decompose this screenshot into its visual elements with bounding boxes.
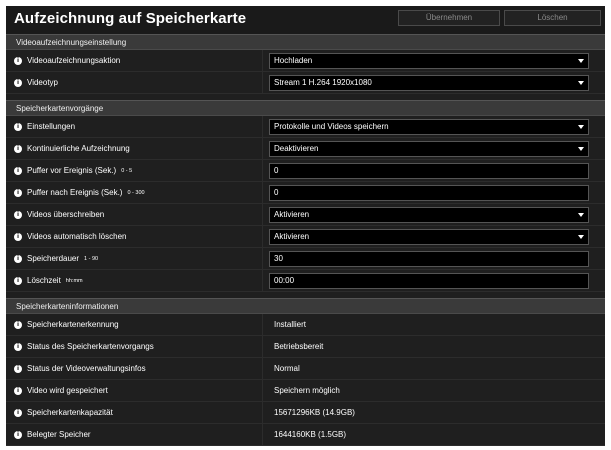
info-icon[interactable]: i	[14, 211, 22, 219]
page-title: Aufzeichnung auf Speicherkarte	[14, 10, 247, 27]
info-icon[interactable]: i	[14, 79, 22, 87]
info-icon[interactable]: i	[14, 145, 22, 153]
row-post-event-buffer: i Puffer nach Ereignis (Sek.) 0 - 300 0	[6, 182, 605, 204]
row-continuous-recording: i Kontinuierliche Aufzeichnung Deaktivie…	[6, 138, 605, 160]
info-icon[interactable]: i	[14, 233, 22, 241]
row-card-detection: i Speicherkartenerkennung Installiert	[6, 314, 605, 336]
chevron-down-icon	[578, 125, 584, 129]
field-label: Videotyp	[27, 78, 58, 87]
pre-event-buffer-input[interactable]: 0	[269, 163, 589, 179]
card-operation-status-value: Betriebsbereit	[274, 342, 324, 351]
chevron-down-icon	[578, 235, 584, 239]
post-event-buffer-input[interactable]: 0	[269, 185, 589, 201]
select-value: Hochladen	[274, 56, 313, 65]
field-label: Status des Speicherkartenvorgangs	[27, 342, 154, 351]
row-delete-time: i Löschzeit hh:mm 00:00	[6, 270, 605, 292]
section-header-video-settings: Videoaufzeichnungseinstellung	[6, 34, 605, 50]
info-icon[interactable]: i	[14, 409, 22, 417]
row-video-saving: i Video wird gespeichert Speichern mögli…	[6, 380, 605, 402]
row-recording-action: i Videoaufzeichnungsaktion Hochladen	[6, 50, 605, 72]
delete-time-input[interactable]: 00:00	[269, 273, 589, 289]
info-icon[interactable]: i	[14, 321, 22, 329]
info-icon[interactable]: i	[14, 277, 22, 285]
page-header: Aufzeichnung auf Speicherkarte Übernehme…	[6, 6, 605, 34]
section-header-card-operations: Speicherkartenvorgänge	[6, 100, 605, 116]
chevron-down-icon	[578, 147, 584, 151]
recording-settings-panel: Aufzeichnung auf Speicherkarte Übernehme…	[6, 6, 605, 446]
row-storage-duration: i Speicherdauer 1 - 90 30	[6, 248, 605, 270]
range-hint: hh:mm	[65, 278, 83, 284]
row-card-capacity: i Speicherkartenkapazität 15671296KB (14…	[6, 402, 605, 424]
row-used-storage: i Belegter Speicher 1644160KB (1.5GB)	[6, 424, 605, 446]
range-hint: 0 - 5	[121, 168, 133, 174]
field-label: Kontinuierliche Aufzeichnung	[27, 144, 130, 153]
settings-select[interactable]: Protokolle und Videos speichern	[269, 119, 589, 135]
field-label: Puffer vor Ereignis (Sek.)	[27, 166, 117, 175]
field-label: Belegter Speicher	[27, 430, 91, 439]
storage-duration-input[interactable]: 30	[269, 251, 589, 267]
row-settings: i Einstellungen Protokolle und Videos sp…	[6, 116, 605, 138]
field-label: Videos überschreiben	[27, 210, 105, 219]
range-hint: 1 - 90	[84, 256, 99, 262]
video-saving-value: Speichern möglich	[274, 386, 340, 395]
field-label: Videos automatisch löschen	[27, 232, 127, 241]
info-icon[interactable]: i	[14, 365, 22, 373]
info-icon[interactable]: i	[14, 387, 22, 395]
select-value: Protokolle und Videos speichern	[274, 122, 389, 131]
field-label: Status der Videoverwaltungsinfos	[27, 364, 146, 373]
row-card-operation-status: i Status des Speicherkartenvorgangs Betr…	[6, 336, 605, 358]
select-value: Stream 1 H.264 1920x1080	[274, 78, 372, 87]
video-type-select[interactable]: Stream 1 H.264 1920x1080	[269, 75, 589, 91]
chevron-down-icon	[578, 59, 584, 63]
field-label: Puffer nach Ereignis (Sek.)	[27, 188, 123, 197]
select-value: Aktivieren	[274, 210, 310, 219]
row-overwrite-videos: i Videos überschreiben Aktivieren	[6, 204, 605, 226]
range-hint: 0 - 300	[127, 190, 145, 196]
info-icon[interactable]: i	[14, 431, 22, 439]
info-icon[interactable]: i	[14, 189, 22, 197]
continuous-recording-select[interactable]: Deaktivieren	[269, 141, 589, 157]
row-auto-delete-videos: i Videos automatisch löschen Aktivieren	[6, 226, 605, 248]
row-video-management-status: i Status der Videoverwaltungsinfos Norma…	[6, 358, 605, 380]
select-value: Deaktivieren	[274, 144, 319, 153]
overwrite-videos-select[interactable]: Aktivieren	[269, 207, 589, 223]
info-icon[interactable]: i	[14, 255, 22, 263]
delete-button[interactable]: Löschen	[504, 10, 601, 26]
info-icon[interactable]: i	[14, 343, 22, 351]
chevron-down-icon	[578, 213, 584, 217]
field-label: Einstellungen	[27, 122, 76, 131]
field-label: Löschzeit	[27, 276, 61, 285]
field-label: Speicherkartenerkennung	[27, 320, 119, 329]
auto-delete-select[interactable]: Aktivieren	[269, 229, 589, 245]
recording-action-select[interactable]: Hochladen	[269, 53, 589, 69]
info-icon[interactable]: i	[14, 123, 22, 131]
used-storage-value: 1644160KB (1.5GB)	[274, 430, 347, 439]
row-pre-event-buffer: i Puffer vor Ereignis (Sek.) 0 - 5 0	[6, 160, 605, 182]
field-label: Videoaufzeichnungsaktion	[27, 56, 121, 65]
select-value: Aktivieren	[274, 232, 310, 241]
info-icon[interactable]: i	[14, 57, 22, 65]
info-icon[interactable]: i	[14, 167, 22, 175]
chevron-down-icon	[578, 81, 584, 85]
row-video-type: i Videotyp Stream 1 H.264 1920x1080	[6, 72, 605, 94]
section-header-card-info: Speicherkarteninformationen	[6, 298, 605, 314]
card-capacity-value: 15671296KB (14.9GB)	[274, 408, 355, 417]
field-label: Speicherkartenkapazität	[27, 408, 113, 417]
field-label: Speicherdauer	[27, 254, 80, 263]
video-management-status-value: Normal	[274, 364, 300, 373]
field-label: Video wird gespeichert	[27, 386, 108, 395]
card-detection-value: Installiert	[274, 320, 307, 329]
apply-button[interactable]: Übernehmen	[398, 10, 500, 26]
